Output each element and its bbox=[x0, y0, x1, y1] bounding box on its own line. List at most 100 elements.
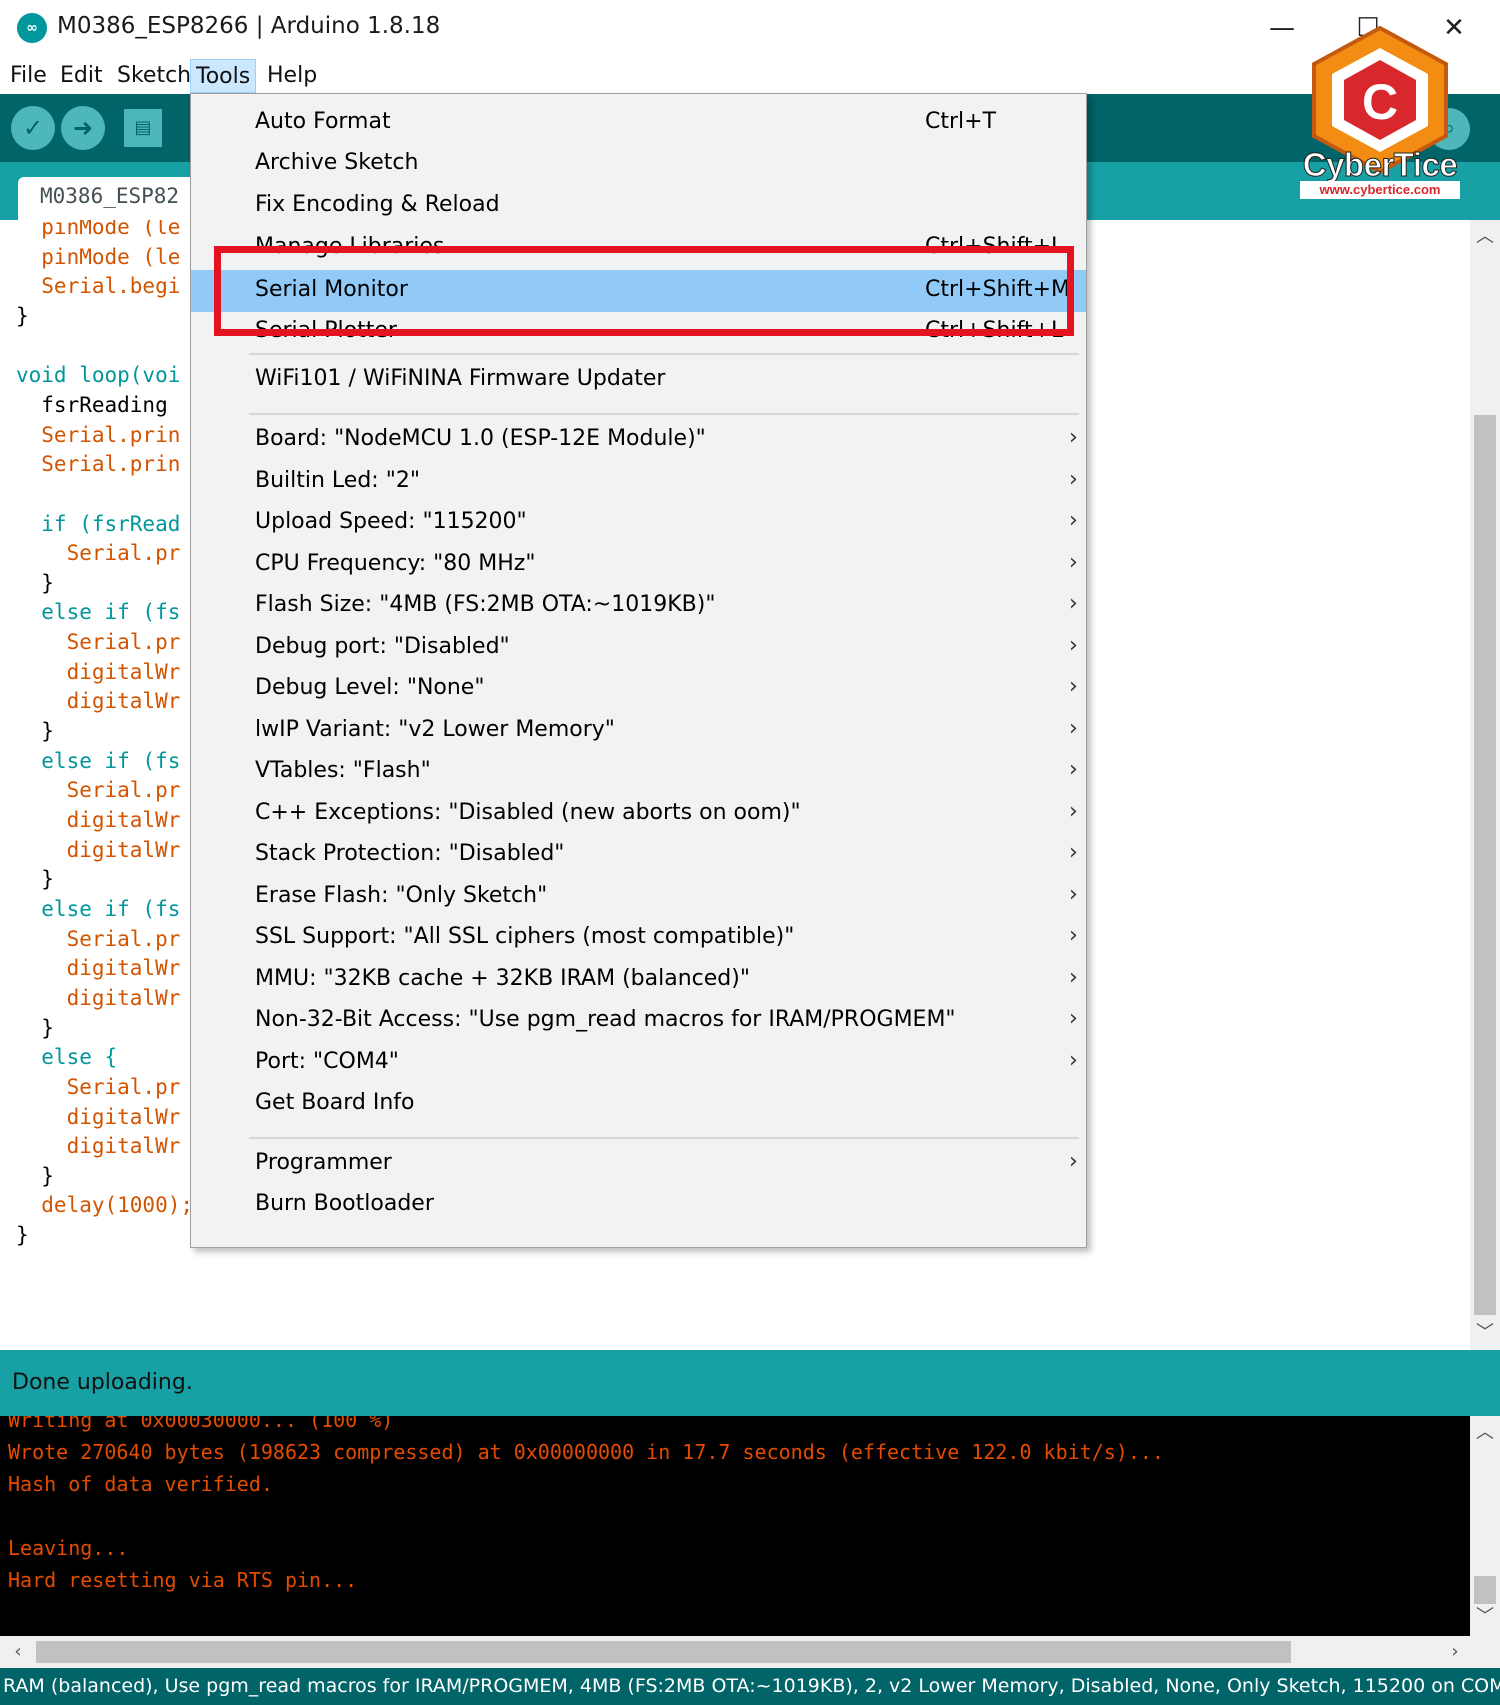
menu-item-fix-encoding-reload[interactable]: Fix Encoding & Reload bbox=[191, 185, 1086, 227]
chevron-right-icon: › bbox=[1069, 840, 1078, 865]
chevron-right-icon: › bbox=[1069, 674, 1078, 699]
verify-icon[interactable]: ✓ bbox=[11, 106, 55, 150]
code-line: } bbox=[16, 867, 54, 892]
menu-item-builtin-led-2[interactable]: Builtin Led: "2" › bbox=[191, 461, 1086, 503]
menu-item-mmu-32kb-cache-32kb-iram-balanced[interactable]: MMU: "32KB cache + 32KB IRAM (balanced)"… bbox=[191, 959, 1086, 1001]
new-icon[interactable]: ▤ bbox=[124, 109, 162, 147]
menu-item-label: Auto Format bbox=[255, 109, 391, 134]
console-output[interactable]: Writing at 0x00030000... (100 %) Wrote 27… bbox=[0, 1416, 1470, 1636]
menu-sketch[interactable]: Sketch bbox=[112, 59, 196, 93]
menu-item-c-exceptions-disabled-new-aborts-on-oom[interactable]: C++ Exceptions: "Disabled (new aborts on… bbox=[191, 793, 1086, 835]
chevron-right-icon: › bbox=[1069, 591, 1078, 616]
menu-item-lwip-variant-v2-lower-memory[interactable]: lwIP Variant: "v2 Lower Memory" › bbox=[191, 710, 1086, 752]
upload-icon[interactable]: ➜ bbox=[61, 106, 105, 150]
console-line: Writing at 0x00030000... (100 %) bbox=[8, 1416, 394, 1432]
menu-tools[interactable]: Tools bbox=[190, 59, 257, 93]
code-line: } bbox=[16, 570, 54, 595]
scroll-down-icon[interactable]: ﹀ bbox=[1470, 1604, 1500, 1630]
code-line: digitalWr bbox=[16, 1104, 181, 1129]
menu-item-label: Board: "NodeMCU 1.0 (ESP-12E Module)" bbox=[255, 426, 706, 451]
menu-help[interactable]: Help bbox=[262, 59, 322, 93]
code-line: Serial.prin bbox=[16, 422, 181, 447]
console-line: Leaving... bbox=[8, 1536, 129, 1560]
menu-item-upload-speed-115200[interactable]: Upload Speed: "115200" › bbox=[191, 502, 1086, 544]
scroll-thumb[interactable] bbox=[1474, 415, 1496, 1315]
menu-file[interactable]: File bbox=[5, 59, 52, 93]
menu-item-label: lwIP Variant: "v2 Lower Memory" bbox=[255, 717, 615, 742]
code-line: digitalWr bbox=[16, 659, 181, 684]
menu-item-ssl-support-all-ssl-ciphers-most-compati[interactable]: SSL Support: "All SSL ciphers (most comp… bbox=[191, 917, 1086, 959]
menu-item-auto-format[interactable]: Auto Format Ctrl+T bbox=[191, 102, 1086, 144]
scroll-up-icon[interactable]: ︿ bbox=[1470, 1420, 1500, 1446]
chevron-right-icon: › bbox=[1069, 799, 1078, 824]
menu-item-archive-sketch[interactable]: Archive Sketch bbox=[191, 143, 1086, 185]
window-title: M0386_ESP8266 | Arduino 1.8.18 bbox=[57, 13, 441, 39]
menu-item-cpu-frequency-80-mhz[interactable]: CPU Frequency: "80 MHz" › bbox=[191, 544, 1086, 586]
title-bar: ∞ M0386_ESP8266 | Arduino 1.8.18 — ☐ ✕ bbox=[0, 0, 1500, 55]
cybertice-brand-name: CyberTice bbox=[1302, 146, 1458, 184]
menu-item-burn-bootloader[interactable]: Burn Bootloader bbox=[191, 1184, 1086, 1226]
console-line: Hard resetting via RTS pin... bbox=[8, 1568, 358, 1592]
menu-bar: File Edit Sketch Tools Help bbox=[0, 58, 1500, 94]
console-line: Hash of data verified. bbox=[8, 1472, 273, 1496]
chevron-right-icon: › bbox=[1069, 425, 1078, 450]
chevron-right-icon: › bbox=[1069, 1149, 1078, 1174]
menu-item-board-nodemcu-1-0-esp-12e-module[interactable]: Board: "NodeMCU 1.0 (ESP-12E Module)" › bbox=[191, 419, 1086, 461]
menu-item-label: Debug port: "Disabled" bbox=[255, 634, 510, 659]
scroll-left-icon[interactable]: ‹ bbox=[3, 1639, 33, 1665]
cybertice-logo-letter: C bbox=[1362, 74, 1398, 130]
code-line: digitalWr bbox=[16, 985, 181, 1010]
code-line: digitalWr bbox=[16, 837, 181, 862]
code-line: digitalWr bbox=[16, 956, 181, 981]
scroll-down-icon[interactable]: ﹀ bbox=[1470, 1320, 1500, 1346]
chevron-right-icon: › bbox=[1069, 508, 1078, 533]
chevron-right-icon: › bbox=[1069, 467, 1078, 492]
code-line: } bbox=[16, 1163, 54, 1188]
menu-item-label: Debug Level: "None" bbox=[255, 675, 485, 700]
menu-item-stack-protection-disabled[interactable]: Stack Protection: "Disabled" › bbox=[191, 834, 1086, 876]
menu-item-debug-port-disabled[interactable]: Debug port: "Disabled" › bbox=[191, 627, 1086, 669]
menu-item-flash-size-4mb-fs-2mb-ota-1019kb[interactable]: Flash Size: "4MB (FS:2MB OTA:~1019KB)" › bbox=[191, 585, 1086, 627]
scroll-up-icon[interactable]: ︿ bbox=[1470, 224, 1500, 250]
code-line: } bbox=[16, 1223, 29, 1248]
code-line: if (fsrRead bbox=[16, 511, 181, 536]
editor-vertical-scrollbar[interactable]: ︿ ﹀ bbox=[1470, 220, 1500, 1350]
code-line: Serial.prin bbox=[16, 452, 181, 477]
menu-item-label: Get Board Info bbox=[255, 1090, 415, 1115]
code-line: Serial.pr bbox=[16, 926, 181, 951]
board-info-footer: RAM (balanced), Use pgm_read macros for … bbox=[0, 1668, 1500, 1705]
board-info-text: RAM (balanced), Use pgm_read macros for … bbox=[3, 1675, 1500, 1697]
menu-item-label: SSL Support: "All SSL ciphers (most comp… bbox=[255, 924, 795, 949]
chevron-right-icon: › bbox=[1069, 716, 1078, 741]
code-line: digitalWr bbox=[16, 808, 181, 832]
menu-item-programmer[interactable]: Programmer › bbox=[191, 1143, 1086, 1185]
menu-item-debug-level-none[interactable]: Debug Level: "None" › bbox=[191, 668, 1086, 710]
code-line: else if (fs bbox=[16, 896, 181, 921]
menu-item-label: Builtin Led: "2" bbox=[255, 468, 420, 493]
menu-item-vtables-flash[interactable]: VTables: "Flash" › bbox=[191, 751, 1086, 793]
menu-item-get-board-info[interactable]: Get Board Info bbox=[191, 1083, 1086, 1125]
scroll-thumb[interactable] bbox=[36, 1641, 1291, 1663]
minimize-icon[interactable]: — bbox=[1258, 8, 1306, 48]
arduino-infinity-icon: ∞ bbox=[17, 13, 47, 43]
chevron-right-icon: › bbox=[1069, 1048, 1078, 1073]
menu-item-non-32-bit-access-use-pgm-read-macros-fo[interactable]: Non-32-Bit Access: "Use pgm_read macros … bbox=[191, 1000, 1086, 1042]
menu-item-label: Non-32-Bit Access: "Use pgm_read macros … bbox=[255, 1007, 956, 1032]
scroll-right-icon[interactable]: › bbox=[1440, 1639, 1470, 1665]
menu-edit[interactable]: Edit bbox=[55, 59, 108, 93]
console-horizontal-scrollbar[interactable]: ‹ › bbox=[0, 1636, 1500, 1668]
code-line: else { bbox=[16, 1045, 118, 1070]
scroll-thumb[interactable] bbox=[1474, 1576, 1496, 1604]
menu-item-label: MMU: "32KB cache + 32KB IRAM (balanced)" bbox=[255, 966, 750, 991]
menu-item-label: Burn Bootloader bbox=[255, 1191, 434, 1216]
menu-item-erase-flash-only-sketch[interactable]: Erase Flash: "Only Sketch" › bbox=[191, 876, 1086, 918]
menu-item-port-com4[interactable]: Port: "COM4" › bbox=[191, 1042, 1086, 1084]
code-line: fsrReading bbox=[16, 392, 181, 417]
menu-item-wifi101-wifinina-firmware-updater[interactable]: WiFi101 / WiFiNINA Firmware Updater bbox=[191, 359, 1086, 401]
code-line: else if (fs bbox=[16, 748, 181, 773]
menu-item-label: Stack Protection: "Disabled" bbox=[255, 841, 565, 866]
menu-item-label: Upload Speed: "115200" bbox=[255, 509, 527, 534]
console-vertical-scrollbar[interactable]: ︿ ﹀ bbox=[1470, 1416, 1500, 1636]
code-line: digitalWr bbox=[16, 1134, 181, 1159]
status-message: Done uploading. bbox=[12, 1370, 193, 1395]
